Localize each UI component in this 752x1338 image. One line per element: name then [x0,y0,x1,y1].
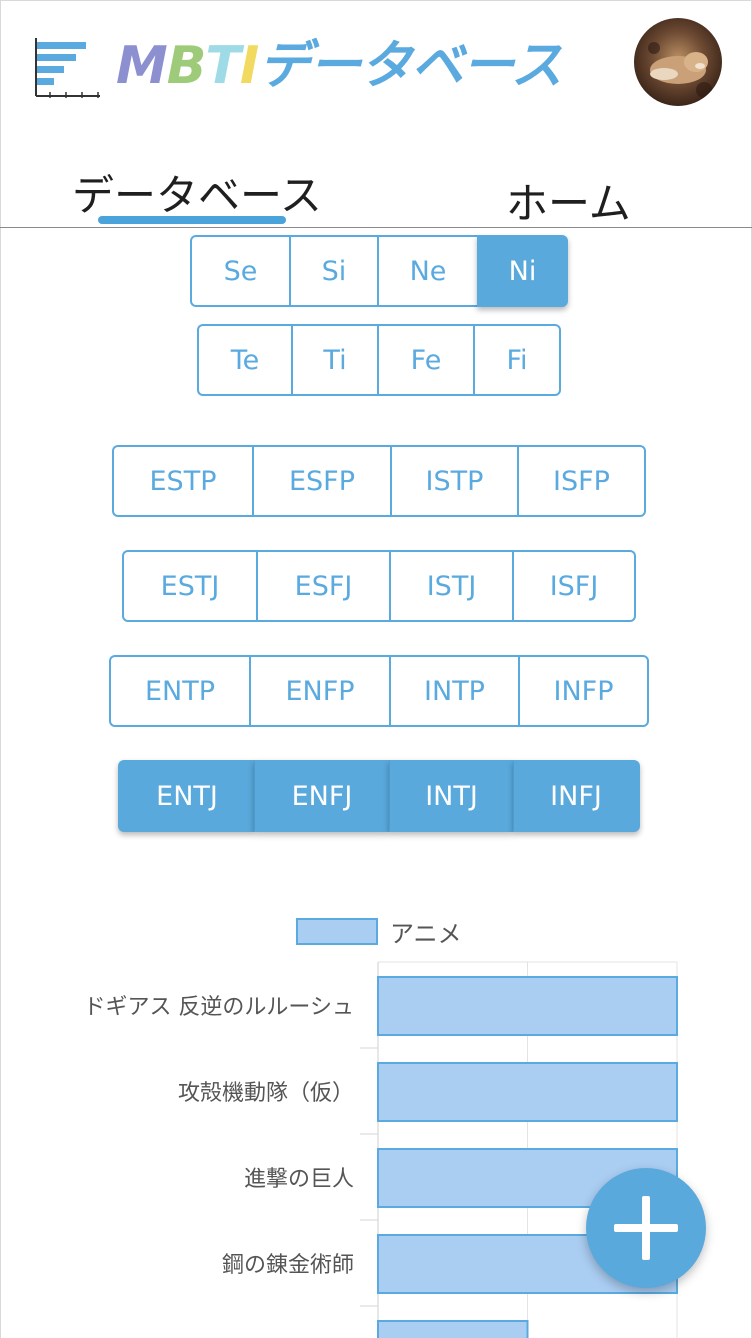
logo-icon [35,38,100,98]
type-group-sp: ESTP ESFP ISTP ISFP [112,445,646,517]
type-button-enfp[interactable]: ENFP [249,655,389,727]
type-button-estj[interactable]: ESTJ [122,550,256,622]
title-letter-m: M [116,36,168,96]
type-button-entj[interactable]: ENTJ [118,760,254,832]
type-button-enfj[interactable]: ENFJ [254,760,389,832]
category-label: ドギアス 反逆のルルーシュ [83,995,354,1020]
tab-active-indicator [98,216,286,224]
function-group-1: Se Si Ne Ni [190,235,568,307]
function-button-te[interactable]: Te [197,324,291,396]
plus-icon-vertical [642,1196,650,1260]
type-button-estp[interactable]: ESTP [112,445,252,517]
type-button-entp[interactable]: ENTP [109,655,249,727]
bar [377,976,678,1036]
type-button-infp[interactable]: INFP [518,655,649,727]
bar [377,1062,678,1122]
legend-label: アニメ [390,920,462,948]
function-button-ne[interactable]: Ne [377,235,477,307]
add-button[interactable] [586,1168,706,1288]
type-group-nj: ENTJ ENFJ INTJ INFJ [118,760,640,832]
category-label: 攻殻機動隊（仮） [178,1081,354,1106]
type-button-intp[interactable]: INTP [389,655,518,727]
category-label: 進撃の巨人 [244,1167,354,1192]
function-button-fe[interactable]: Fe [377,324,473,396]
app-title: MBTIデータベース [116,34,563,98]
tab-database[interactable]: データベース [72,162,322,223]
title-letter-b: B [166,36,207,96]
legend-swatch [296,918,378,945]
title-text: データベース [258,36,562,96]
type-button-istj[interactable]: ISTJ [389,550,512,622]
type-button-intj[interactable]: INTJ [389,760,513,832]
tab-bar: データベース ホーム [0,150,752,228]
type-button-istp[interactable]: ISTP [390,445,517,517]
type-group-sj: ESTJ ESFJ ISTJ ISFJ [122,550,636,622]
title-letter-i: I [239,36,259,96]
chart-legend: アニメ [296,914,462,949]
tab-home[interactable]: ホーム [506,170,631,231]
function-group-2: Te Ti Fe Fi [197,324,561,396]
title-letter-t: T [205,36,240,96]
avatar[interactable] [634,18,722,106]
function-button-fi[interactable]: Fi [473,324,561,396]
type-button-esfj[interactable]: ESFJ [256,550,389,622]
function-button-se[interactable]: Se [190,235,289,307]
bar [377,1320,529,1338]
function-button-ni[interactable]: Ni [477,235,568,307]
type-button-isfp[interactable]: ISFP [517,445,646,517]
avatar-dog-image [648,42,712,98]
function-button-si[interactable]: Si [289,235,377,307]
category-label: 鋼の錬金術師 [222,1253,354,1278]
type-group-np: ENTP ENFP INTP INFP [109,655,649,727]
type-button-infj[interactable]: INFJ [513,760,640,832]
type-button-esfp[interactable]: ESFP [252,445,390,517]
type-button-isfj[interactable]: ISFJ [512,550,636,622]
function-button-ti[interactable]: Ti [291,324,377,396]
